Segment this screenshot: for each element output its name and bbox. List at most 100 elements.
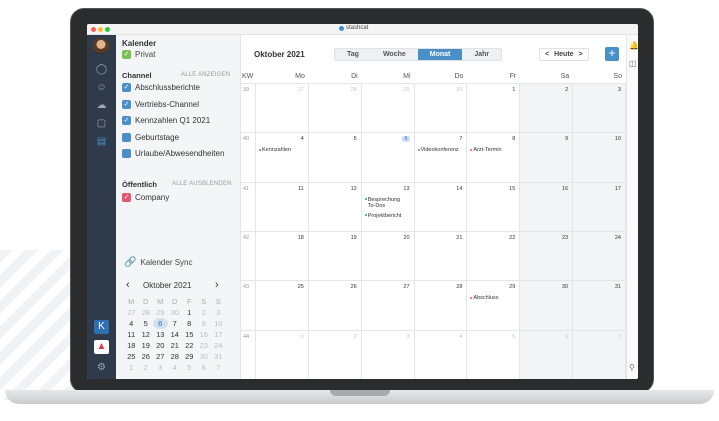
calendar-event[interactable]: Kennzahlen xyxy=(259,147,291,153)
day-cell[interactable]: 7 Videokonferenz xyxy=(414,133,468,183)
mini-day[interactable]: 11 xyxy=(124,329,139,340)
mini-day[interactable]: 20 xyxy=(153,340,168,351)
day-cell[interactable]: 1 xyxy=(256,330,309,379)
mini-day[interactable]: 29 xyxy=(182,351,197,362)
view-tab-tag[interactable]: Tag xyxy=(335,49,371,60)
avatar[interactable] xyxy=(93,38,109,54)
day-cell[interactable]: 28 xyxy=(414,281,468,331)
day-cell[interactable]: 14 xyxy=(414,182,468,232)
mini-day[interactable]: 19 xyxy=(139,340,154,351)
day-cell[interactable]: 13 Besprechung To-Dos Projektbericht xyxy=(361,182,415,232)
day-cell[interactable]: 9 xyxy=(520,133,574,183)
search-icon[interactable]: ⚲ xyxy=(629,363,635,372)
day-cell[interactable]: 29 Abschluss xyxy=(467,281,521,331)
chat-icon[interactable]: ◯ xyxy=(94,63,109,77)
mini-day[interactable]: 18 xyxy=(124,340,139,351)
private-calendar-toggle[interactable]: ✓ Privat xyxy=(122,50,155,60)
contacts-icon[interactable]: ☺ xyxy=(94,81,109,95)
mini-day[interactable]: 27 xyxy=(153,351,168,362)
day-cell[interactable]: 19 xyxy=(308,232,362,282)
gift-icon[interactable]: ◫ xyxy=(629,59,637,68)
mini-day[interactable]: 27 xyxy=(124,307,139,318)
document-icon[interactable]: ▤ xyxy=(94,135,109,149)
day-cell[interactable]: 26 xyxy=(308,281,362,331)
calendar-sync-button[interactable]: 🔗 Kalender Sync xyxy=(124,257,192,268)
mini-day[interactable]: 1 xyxy=(182,307,197,318)
mini-day[interactable]: 5 xyxy=(139,318,154,329)
show-all-button[interactable]: ALLE ANZEIGEN xyxy=(181,72,230,78)
mini-day[interactable]: 7 xyxy=(168,318,183,329)
maximize-icon[interactable] xyxy=(105,27,110,32)
calendar-event[interactable]: Abschluss xyxy=(470,295,499,301)
day-cell[interactable]: 3 xyxy=(361,330,415,379)
close-icon[interactable] xyxy=(91,27,96,32)
day-cell[interactable]: 17 xyxy=(573,182,626,232)
calendar-event[interactable]: Projektbericht xyxy=(364,213,408,219)
mini-prev-button[interactable]: ‹ xyxy=(126,279,130,291)
day-cell[interactable]: 28 xyxy=(308,84,362,134)
day-cell[interactable]: 6 xyxy=(520,330,574,379)
day-cell[interactable]: 27 xyxy=(361,281,415,331)
mini-day[interactable]: 28 xyxy=(139,307,154,318)
day-cell[interactable]: 2 xyxy=(308,330,362,379)
mini-day[interactable]: 13 xyxy=(153,329,168,340)
mini-day[interactable]: 25 xyxy=(124,351,139,362)
day-cell[interactable]: 4 Kennzahlen xyxy=(256,133,309,183)
add-event-button[interactable]: + xyxy=(605,47,619,61)
day-cell[interactable]: 27 xyxy=(256,84,309,134)
mini-day[interactable]: 5 xyxy=(182,362,197,373)
minimize-icon[interactable] xyxy=(98,27,103,32)
channel-item[interactable]: Geburtstage xyxy=(122,133,179,142)
mini-next-button[interactable]: › xyxy=(215,279,219,291)
day-cell[interactable]: 20 xyxy=(361,232,415,282)
mini-day[interactable]: 26 xyxy=(139,351,154,362)
day-cell[interactable]: 4 xyxy=(414,330,468,379)
mini-day[interactable]: 4 xyxy=(168,362,183,373)
calendar-event[interactable]: Videokonferenz xyxy=(417,147,459,153)
day-cell[interactable]: 12 xyxy=(308,182,362,232)
day-cell[interactable]: 22 xyxy=(467,232,521,282)
cloud-icon[interactable]: ☁ xyxy=(94,99,109,113)
calendar-event[interactable]: Besprechung To-Dos xyxy=(364,197,408,209)
prev-button[interactable]: < xyxy=(545,51,549,58)
view-tab-woche[interactable]: Woche xyxy=(371,49,418,60)
channel-item[interactable]: ✓ Kennzahlen Q1 2021 xyxy=(122,116,210,126)
day-cell[interactable]: 21 xyxy=(414,232,468,282)
mini-day[interactable]: 3 xyxy=(211,307,226,318)
mini-day[interactable]: 6 xyxy=(197,362,212,373)
settings-icon[interactable]: ⚙ xyxy=(94,361,109,375)
channel-item[interactable]: ✓ Abschlussberichte xyxy=(122,83,200,93)
day-cell[interactable]: 25 xyxy=(256,281,309,331)
mini-day[interactable]: 23 xyxy=(197,340,212,351)
day-cell[interactable]: 6 xyxy=(361,133,415,183)
mini-day[interactable]: 4 xyxy=(124,318,139,329)
mini-day[interactable]: 9 xyxy=(197,318,212,329)
mini-day[interactable]: 7 xyxy=(211,362,226,373)
day-cell[interactable]: 31 xyxy=(573,281,626,331)
day-cell[interactable]: 30 xyxy=(520,281,574,331)
mini-day[interactable]: 24 xyxy=(211,340,226,351)
mini-day[interactable]: 14 xyxy=(168,329,183,340)
calendar-event[interactable]: Arzt-Termin xyxy=(470,147,502,153)
today-button[interactable]: Heute xyxy=(554,51,573,58)
mini-day[interactable]: 2 xyxy=(139,362,154,373)
mini-day[interactable]: 1 xyxy=(124,362,139,373)
mini-day[interactable]: 17 xyxy=(211,329,226,340)
channel-item[interactable]: ✓ Vertriebs-Channel xyxy=(122,100,199,109)
view-tab-monat[interactable]: Monat xyxy=(417,49,463,60)
day-cell[interactable]: 5 xyxy=(467,330,521,379)
mini-day[interactable]: 30 xyxy=(168,307,183,318)
day-cell[interactable]: 1 xyxy=(467,84,521,134)
day-cell[interactable]: 5 xyxy=(308,133,362,183)
day-cell[interactable]: 30 xyxy=(414,84,468,134)
mini-day[interactable]: 15 xyxy=(182,329,197,340)
day-cell[interactable]: 7 xyxy=(573,330,626,379)
mini-day[interactable]: 10 xyxy=(211,318,226,329)
k-app-icon[interactable]: K xyxy=(94,320,109,334)
day-cell[interactable]: 29 xyxy=(361,84,415,134)
calendar-icon[interactable]: ▢ xyxy=(94,117,109,131)
day-cell[interactable]: 3 xyxy=(573,84,626,134)
mini-day[interactable]: 28 xyxy=(168,351,183,362)
hide-all-button[interactable]: ALLE AUSBLENDEN xyxy=(172,181,232,187)
day-cell[interactable]: 8 Arzt-Termin xyxy=(467,133,521,183)
